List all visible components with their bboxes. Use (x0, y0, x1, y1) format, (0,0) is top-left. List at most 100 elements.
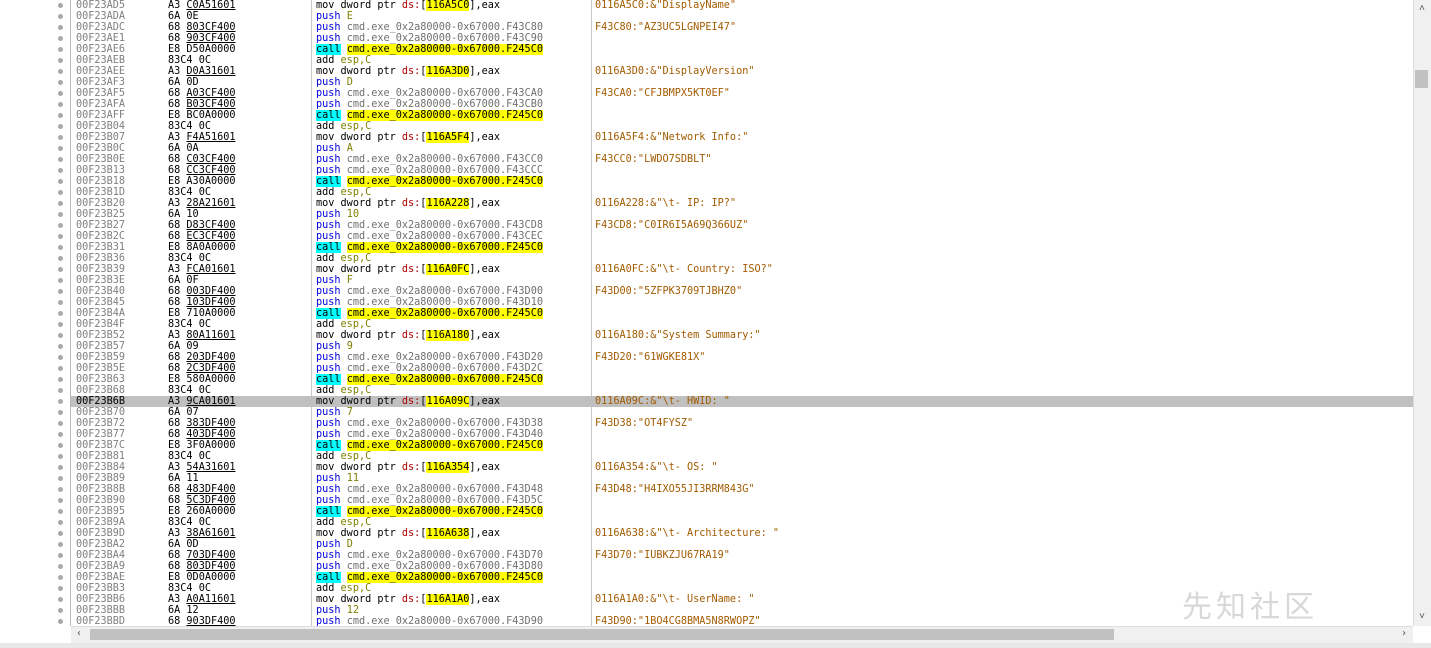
breakpoint-dot-icon[interactable] (58, 366, 63, 371)
instruction-cell[interactable]: push cmd.exe_0x2a80000-0x67000.F43D38 (316, 418, 543, 429)
instruction-cell[interactable]: push cmd.exe_0x2a80000-0x67000.F43D80 (316, 561, 543, 572)
breakpoint-dot-icon[interactable] (58, 212, 63, 217)
address-cell[interactable]: 00F23B4A (76, 308, 125, 319)
breakpoint-dot-icon[interactable] (58, 531, 63, 536)
instruction-cell[interactable]: push cmd.exe_0x2a80000-0x67000.F43D5C (316, 495, 543, 506)
memory-address[interactable]: 116A354 (426, 462, 470, 473)
address-cell[interactable]: 00F23BBB (76, 605, 125, 616)
instruction-cell[interactable]: push cmd.exe_0x2a80000-0x67000.F43D20 (316, 352, 543, 363)
disasm-row[interactable]: 00F23AF3 6A 0D push D (71, 77, 1413, 88)
address-cell[interactable]: 00F23AFF (76, 110, 125, 121)
address-cell[interactable]: 00F23AD5 (76, 0, 125, 11)
breakpoint-dot-icon[interactable] (58, 520, 63, 525)
disasm-row[interactable]: 00F23B13 68 CC3CF400 push cmd.exe_0x2a8000… (71, 165, 1413, 176)
breakpoint-dot-icon[interactable] (58, 223, 63, 228)
address-cell[interactable]: 00F23BA9 (76, 561, 125, 572)
breakpoint-dot-icon[interactable] (58, 553, 63, 558)
instruction-cell[interactable]: call cmd.exe_0x2a80000-0x67000.F245C0 (316, 242, 543, 253)
address-cell[interactable]: 00F23ADA (76, 11, 125, 22)
disasm-row[interactable]: 00F23B72 68 383DF400 push cmd.exe_0x2a8000… (71, 418, 1413, 429)
disassembly-view[interactable]: 00F23AD5 A3 C0A51601 mov dword ptr ds:[116… (71, 0, 1413, 626)
memory-address[interactable]: 116A5C0 (426, 0, 470, 11)
disasm-row[interactable]: 00F23B45 68 103DF400 push cmd.exe_0x2a8000… (71, 297, 1413, 308)
disasm-row[interactable]: 00F23B18 E8 A30A0000 call cmd.exe_0x2a8000… (71, 176, 1413, 187)
call-target[interactable]: cmd.exe_0x2a80000-0x67000.F245C0 (346, 506, 543, 517)
disasm-row[interactable]: 00F23B84 A3 54A31601 mov dword ptr ds:[116… (71, 462, 1413, 473)
instruction-cell[interactable]: push cmd.exe_0x2a80000-0x67000.F43C80 (316, 22, 543, 33)
disasm-row[interactable]: 00F23BA2 6A 0D push D (71, 539, 1413, 550)
memory-address[interactable]: 116A638 (426, 528, 470, 539)
instruction-cell[interactable]: mov dword ptr ds:[116A1A0],eax (316, 594, 500, 605)
address-cell[interactable]: 00F23B70 (76, 407, 125, 418)
disasm-row[interactable]: 00F23B77 68 403DF400 push cmd.exe_0x2a8000… (71, 429, 1413, 440)
disasm-row[interactable]: 00F23ADA 6A 0E push E (71, 11, 1413, 22)
instruction-cell[interactable]: add esp,C (316, 583, 371, 594)
disasm-row[interactable]: 00F23BA9 68 803DF400 push cmd.exe_0x2a8000… (71, 561, 1413, 572)
disasm-row[interactable]: 00F23B89 6A 11 push 11 (71, 473, 1413, 484)
instruction-cell[interactable]: mov dword ptr ds:[116A5C0],eax (316, 0, 500, 11)
instruction-cell[interactable]: push 9 (316, 341, 353, 352)
address-cell[interactable]: 00F23AF3 (76, 77, 125, 88)
address-cell[interactable]: 00F23B89 (76, 473, 125, 484)
instruction-cell[interactable]: push cmd.exe_0x2a80000-0x67000.F43D2C (316, 363, 543, 374)
instruction-cell[interactable]: push cmd.exe_0x2a80000-0x67000.F43CC0 (316, 154, 543, 165)
address-cell[interactable]: 00F23AEB (76, 55, 125, 66)
instruction-cell[interactable]: push 12 (316, 605, 359, 616)
vertical-scroll-thumb[interactable] (1415, 70, 1428, 88)
instruction-cell[interactable]: mov dword ptr ds:[116A09C],eax (316, 396, 500, 407)
instruction-cell[interactable]: push cmd.exe_0x2a80000-0x67000.F43D90 (316, 616, 543, 626)
call-target[interactable]: cmd.exe_0x2a80000-0x67000.F245C0 (346, 176, 543, 187)
address-cell[interactable]: 00F23B25 (76, 209, 125, 220)
instruction-cell[interactable]: add esp,C (316, 187, 371, 198)
call-target[interactable]: cmd.exe_0x2a80000-0x67000.F245C0 (346, 572, 543, 583)
disasm-row[interactable]: 00F23B9D A3 38A61601 mov dword ptr ds:[116… (71, 528, 1413, 539)
breakpoint-dot-icon[interactable] (58, 201, 63, 206)
instruction-cell[interactable]: push cmd.exe_0x2a80000-0x67000.F43D48 (316, 484, 543, 495)
instruction-cell[interactable]: push cmd.exe_0x2a80000-0x67000.F43CB0 (316, 99, 543, 110)
address-cell[interactable]: 00F23B84 (76, 462, 125, 473)
disasm-row[interactable]: 00F23B1D 83C4 0C add esp,C (71, 187, 1413, 198)
address-cell[interactable]: 00F23B0E (76, 154, 125, 165)
disasm-row[interactable]: 00F23AFA 68 B03CF400 push cmd.exe_0x2a8000… (71, 99, 1413, 110)
breakpoint-dot-icon[interactable] (58, 58, 63, 63)
disasm-row[interactable]: 00F23B6B A3 9CA01601 mov dword ptr ds:[116… (71, 396, 1413, 407)
disasm-row[interactable]: 00F23B81 83C4 0C add esp,C (71, 451, 1413, 462)
instruction-cell[interactable]: add esp,C (316, 253, 371, 264)
address-cell[interactable]: 00F23BBD (76, 616, 125, 626)
memory-address[interactable]: 116A180 (426, 330, 470, 341)
address-cell[interactable]: 00F23B45 (76, 297, 125, 308)
disasm-row[interactable]: 00F23B90 68 5C3DF400 push cmd.exe_0x2a8000… (71, 495, 1413, 506)
disasm-row[interactable]: 00F23B40 68 003DF400 push cmd.exe_0x2a8000… (71, 286, 1413, 297)
address-cell[interactable]: 00F23B4F (76, 319, 125, 330)
address-cell[interactable]: 00F23B95 (76, 506, 125, 517)
instruction-cell[interactable]: push cmd.exe_0x2a80000-0x67000.F43CD8 (316, 220, 543, 231)
instruction-cell[interactable]: push cmd.exe_0x2a80000-0x67000.F43CCC (316, 165, 543, 176)
breakpoint-dot-icon[interactable] (58, 113, 63, 118)
disasm-row[interactable]: 00F23B25 6A 10 push 10 (71, 209, 1413, 220)
instruction-cell[interactable]: add esp,C (316, 451, 371, 462)
breakpoint-dot-icon[interactable] (58, 575, 63, 580)
breakpoint-dot-icon[interactable] (58, 267, 63, 272)
instruction-cell[interactable]: call cmd.exe_0x2a80000-0x67000.F245C0 (316, 572, 543, 583)
breakpoint-dot-icon[interactable] (58, 322, 63, 327)
breakpoint-dot-icon[interactable] (58, 542, 63, 547)
breakpoint-dot-icon[interactable] (58, 91, 63, 96)
disasm-row[interactable]: 00F23AF5 68 A03CF400 push cmd.exe_0x2a8000… (71, 88, 1413, 99)
address-cell[interactable]: 00F23B57 (76, 341, 125, 352)
breakpoint-dot-icon[interactable] (58, 421, 63, 426)
address-cell[interactable]: 00F23B20 (76, 198, 125, 209)
call-target[interactable]: cmd.exe_0x2a80000-0x67000.F245C0 (346, 440, 543, 451)
breakpoint-dot-icon[interactable] (58, 256, 63, 261)
memory-address[interactable]: 116A09C (426, 396, 470, 407)
disasm-row[interactable]: 00F23B57 6A 09 push 9 (71, 341, 1413, 352)
address-cell[interactable]: 00F23B07 (76, 132, 125, 143)
breakpoint-dot-icon[interactable] (58, 597, 63, 602)
disasm-row[interactable]: 00F23B0E 68 C03CF400 push cmd.exe_0x2a8000… (71, 154, 1413, 165)
address-cell[interactable]: 00F23B59 (76, 352, 125, 363)
disasm-row[interactable]: 00F23ADC 68 803CF400 push cmd.exe_0x2a8000… (71, 22, 1413, 33)
address-cell[interactable]: 00F23B8B (76, 484, 125, 495)
instruction-cell[interactable]: add esp,C (316, 319, 371, 330)
address-cell[interactable]: 00F23B31 (76, 242, 125, 253)
call-target[interactable]: cmd.exe_0x2a80000-0x67000.F245C0 (346, 110, 543, 121)
address-cell[interactable]: 00F23B77 (76, 429, 125, 440)
